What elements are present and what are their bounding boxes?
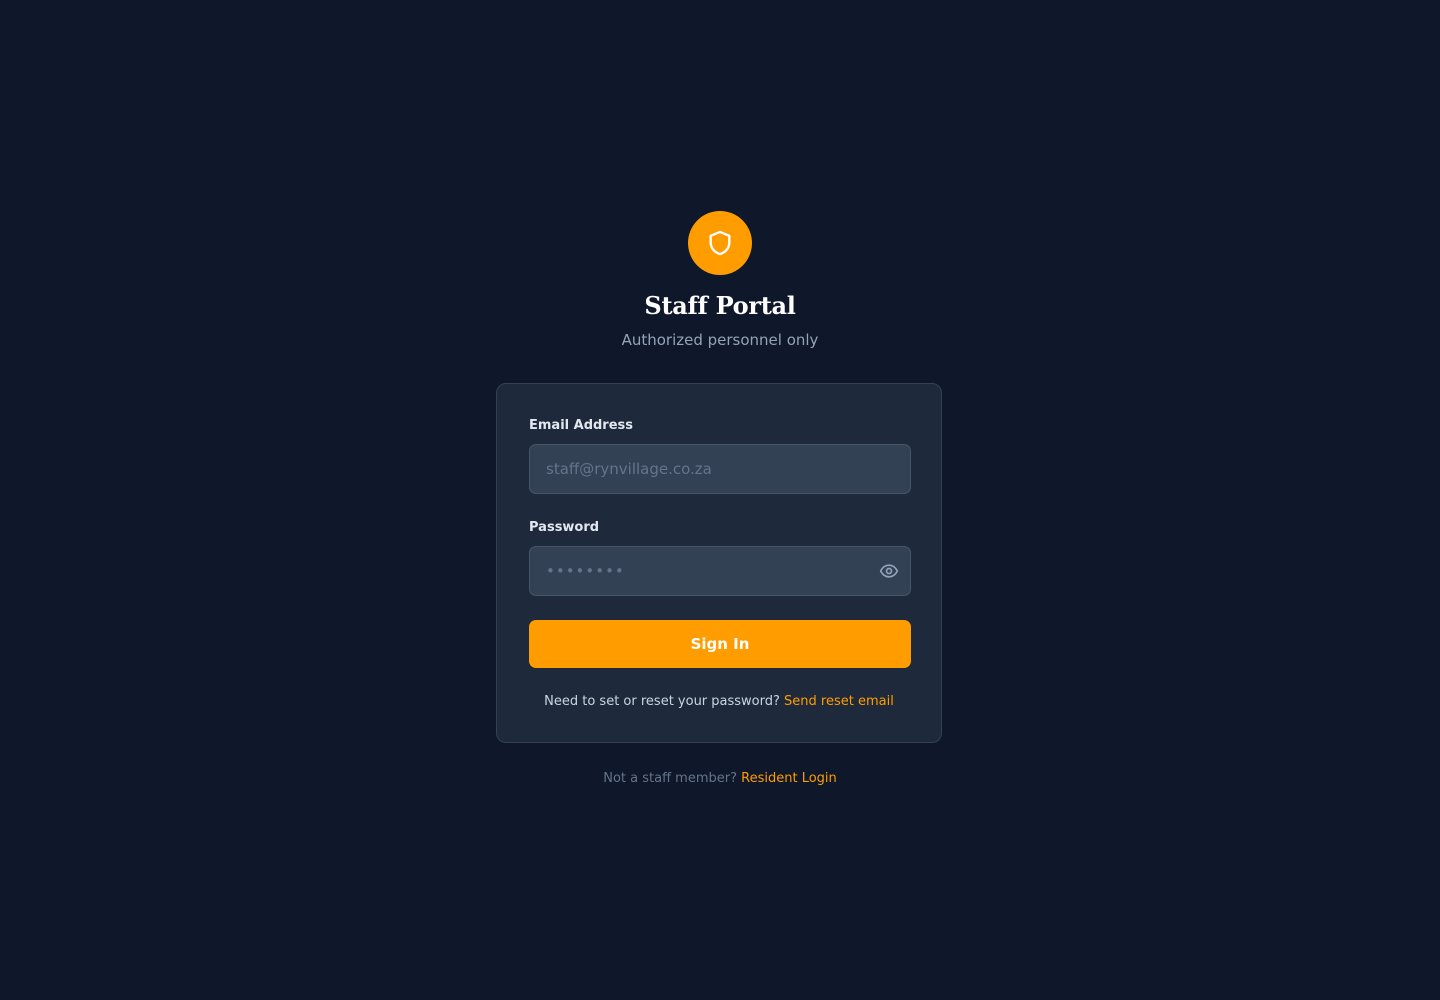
password-field-container bbox=[529, 546, 911, 596]
send-reset-email-link[interactable]: Send reset email bbox=[784, 694, 894, 709]
reset-password-row: Need to set or reset your password? Send… bbox=[497, 693, 941, 711]
page-title: Staff Portal bbox=[644, 291, 796, 320]
password-input[interactable] bbox=[530, 547, 910, 595]
email-label: Email Address bbox=[529, 418, 634, 433]
reset-prompt: Need to set or reset your password? bbox=[544, 694, 780, 709]
shield-icon bbox=[706, 229, 734, 257]
password-label: Password bbox=[529, 520, 600, 535]
resident-login-link[interactable]: Resident Login bbox=[741, 771, 837, 786]
staff-login-page: Staff Portal Authorized personnel only E… bbox=[0, 0, 1440, 1000]
footer-prompt: Not a staff member? bbox=[603, 771, 737, 786]
shield-logo bbox=[688, 211, 752, 275]
footer-row: Not a staff member? Resident Login bbox=[0, 770, 1440, 788]
login-card: Email Address Password Sign In Need to s… bbox=[496, 383, 942, 743]
email-field-container bbox=[529, 444, 911, 494]
page-subtitle: Authorized personnel only bbox=[621, 331, 819, 349]
email-input[interactable] bbox=[530, 445, 910, 493]
eye-icon[interactable] bbox=[878, 560, 900, 582]
sign-in-button[interactable]: Sign In bbox=[529, 620, 911, 668]
